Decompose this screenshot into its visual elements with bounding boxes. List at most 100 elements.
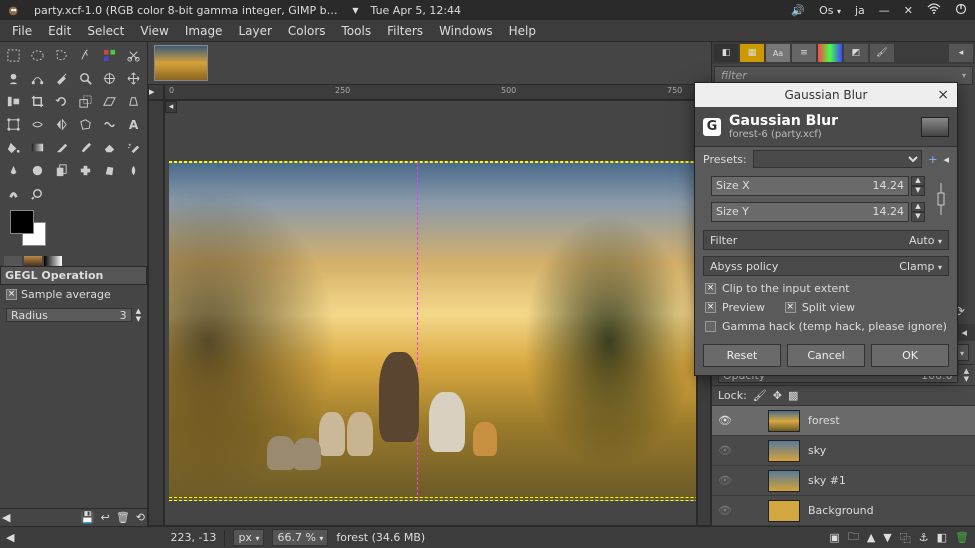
dock-tab-gradient[interactable]: ◩ — [844, 44, 868, 62]
layer-name[interactable]: sky — [808, 444, 826, 457]
title-dropdown-icon[interactable]: ▼ — [352, 6, 358, 15]
sample-average-checkbox[interactable] — [6, 289, 17, 300]
abyss-select[interactable]: Abyss policyClamp ▾ — [703, 256, 949, 276]
tool-perspective[interactable] — [122, 90, 145, 112]
layer-row[interactable]: 👁 sky #1 — [712, 466, 975, 496]
ruler-corner[interactable]: ▸ — [148, 84, 164, 100]
size-y-slider[interactable]: Size Y14.24 — [711, 202, 909, 222]
tool-rect-select[interactable] — [2, 44, 25, 66]
tool-options-save-icon[interactable]: 💾 — [81, 511, 95, 524]
tab-menu-icon[interactable]: ◂ — [957, 324, 971, 341]
lang-indicator[interactable]: ja — [855, 4, 865, 17]
tool-rotate[interactable] — [50, 90, 73, 112]
menu-image[interactable]: Image — [179, 22, 229, 40]
menu-select[interactable]: Select — [81, 22, 130, 40]
layer-row[interactable]: 👁 sky — [712, 436, 975, 466]
tool-options-reset-icon[interactable]: ⟲ — [136, 511, 145, 524]
tool-measure[interactable] — [98, 67, 121, 89]
cancel-button[interactable]: Cancel — [787, 344, 865, 367]
layer-group-icon[interactable]: 🗀 — [848, 528, 859, 547]
tool-move[interactable] — [122, 67, 145, 89]
preset-menu-icon[interactable]: ◂ — [943, 153, 949, 166]
tool-smudge[interactable] — [2, 182, 25, 204]
layer-down-icon[interactable]: ▼ — [883, 531, 891, 544]
layer-duplicate-icon[interactable]: ⿻ — [900, 530, 911, 546]
close-icon[interactable]: ✕ — [904, 4, 913, 17]
tool-options-menu-icon[interactable]: ◀ — [2, 511, 10, 524]
tool-airbrush[interactable] — [122, 136, 145, 158]
tool-align[interactable] — [2, 90, 25, 112]
size-x-up[interactable]: ▲ — [911, 176, 925, 186]
tool-text[interactable]: A — [122, 113, 145, 135]
lock-pixels-icon[interactable]: 🖌 — [753, 389, 767, 402]
layer-name[interactable]: Background — [808, 504, 874, 517]
split-checkbox[interactable] — [785, 302, 796, 313]
user-menu[interactable]: Os ▾ — [819, 4, 841, 17]
tool-shear[interactable] — [98, 90, 121, 112]
tool-flip[interactable] — [50, 113, 73, 135]
size-y-down[interactable]: ▼ — [911, 212, 925, 222]
tool-free-select[interactable] — [50, 44, 73, 66]
tool-pencil[interactable] — [50, 136, 73, 158]
layer-row[interactable]: 👁 Background — [712, 496, 975, 526]
menu-filters[interactable]: Filters — [381, 22, 429, 40]
preview-checkbox[interactable] — [705, 302, 716, 313]
visibility-icon[interactable]: 👁 — [716, 444, 734, 457]
tool-paths[interactable] — [26, 67, 49, 89]
menu-help[interactable]: Help — [503, 22, 542, 40]
menu-view[interactable]: View — [134, 22, 174, 40]
tool-by-color-select[interactable] — [98, 44, 121, 66]
layer-new-icon[interactable]: ▣ — [829, 531, 839, 544]
image-content[interactable] — [169, 161, 697, 501]
minimize-icon[interactable]: — — [879, 4, 890, 17]
canvas[interactable]: ◂ — [164, 100, 697, 526]
ok-button[interactable]: OK — [871, 344, 949, 367]
tool-foreground-select[interactable] — [2, 67, 25, 89]
dock-tab-history[interactable]: ≡ — [792, 44, 816, 62]
volume-icon[interactable]: 🔊 — [791, 4, 805, 17]
layer-up-icon[interactable]: ▲ — [867, 531, 875, 544]
menu-file[interactable]: File — [6, 22, 38, 40]
tool-bucket-fill[interactable] — [2, 136, 25, 158]
tool-color-picker[interactable] — [50, 67, 73, 89]
layer-name[interactable]: sky #1 — [808, 474, 846, 487]
dock-tab-fonts[interactable]: Aa — [766, 44, 790, 62]
wifi-icon[interactable] — [927, 3, 941, 18]
tool-ink[interactable] — [2, 159, 25, 181]
tool-options-delete-icon[interactable]: 🗑 — [116, 511, 130, 524]
tool-handle-transform[interactable] — [26, 113, 49, 135]
status-unit[interactable]: px ▾ — [233, 529, 264, 546]
preset-add-icon[interactable]: + — [928, 153, 937, 166]
tool-paintbrush[interactable] — [74, 136, 97, 158]
tool-gradient[interactable] — [26, 136, 49, 158]
gamma-checkbox[interactable] — [705, 321, 716, 332]
tool-unified-transform[interactable] — [2, 113, 25, 135]
fg-bg-colors[interactable] — [0, 206, 147, 260]
fg-color-swatch[interactable] — [10, 210, 34, 234]
image-tab[interactable] — [154, 45, 208, 81]
tool-perspective-clone[interactable] — [98, 159, 121, 181]
layer-mask-icon[interactable]: ◧ — [937, 531, 947, 544]
presets-select[interactable] — [753, 150, 923, 168]
dialog-close-icon[interactable]: × — [937, 87, 949, 103]
lock-position-icon[interactable]: ✥ — [773, 389, 782, 402]
reset-button[interactable]: Reset — [703, 344, 781, 367]
size-x-slider[interactable]: Size X14.24 — [711, 176, 909, 196]
dock-tab-palette[interactable] — [818, 44, 842, 62]
size-x-down[interactable]: ▼ — [911, 186, 925, 196]
status-zoom[interactable]: 66.7 % ▾ — [272, 529, 328, 546]
tool-fuzzy-select[interactable] — [74, 44, 97, 66]
tool-blur[interactable] — [122, 159, 145, 181]
lock-alpha-icon[interactable]: ▩ — [788, 389, 798, 402]
layer-row[interactable]: 👁 forest — [712, 406, 975, 436]
size-y-up[interactable]: ▲ — [911, 202, 925, 212]
menu-tools[interactable]: Tools — [336, 22, 378, 40]
visibility-icon[interactable]: 👁 — [716, 504, 734, 517]
filter-select[interactable]: FilterAuto ▾ — [703, 230, 949, 250]
layer-delete-icon[interactable]: 🗑 — [955, 531, 969, 544]
dock-tab-menu-icon[interactable]: ◂ — [949, 44, 973, 62]
dock-tab-brushes[interactable]: ◧ — [714, 44, 738, 62]
tool-clone[interactable] — [50, 159, 73, 181]
menu-colors[interactable]: Colors — [282, 22, 332, 40]
visibility-icon[interactable]: 👁 — [716, 414, 734, 427]
